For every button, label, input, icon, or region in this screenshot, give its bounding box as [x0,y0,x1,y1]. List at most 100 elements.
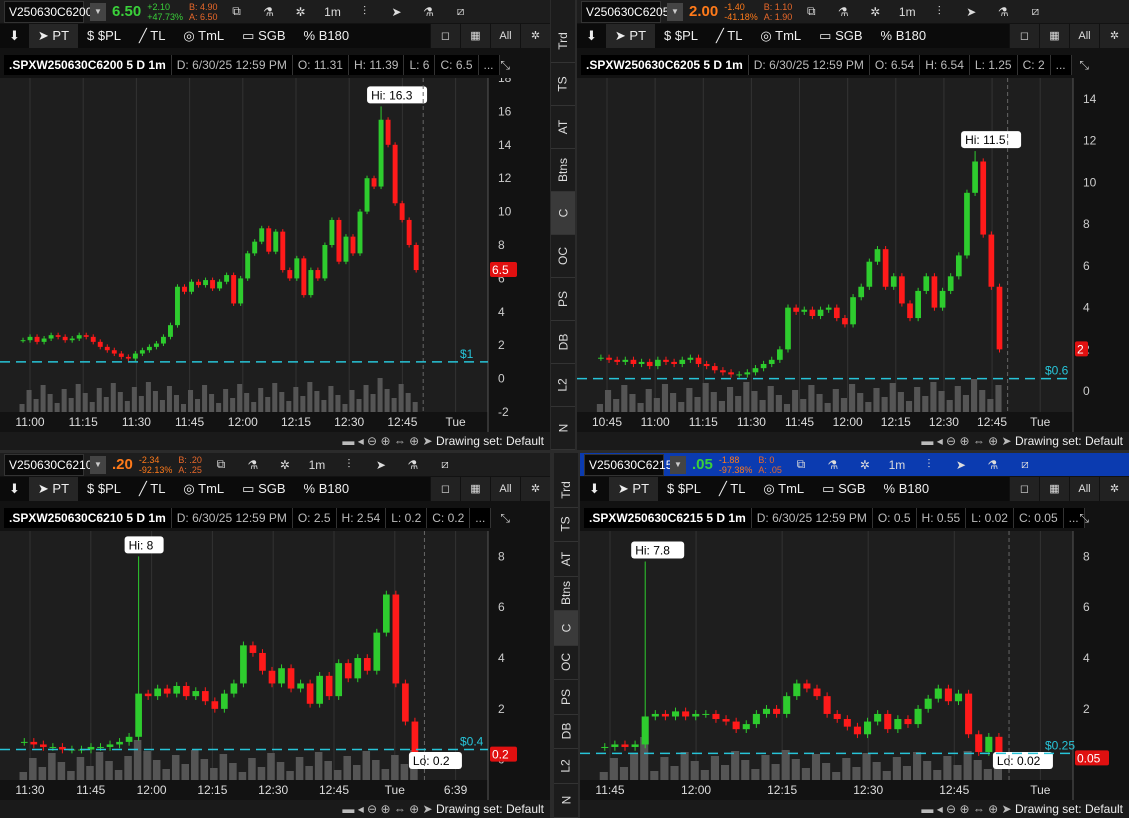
zoom-controls[interactable]: ▬ ◂ ⊖ ⊕ ⇔ ⊕ ➤ [342,434,436,448]
settings-icon[interactable]: ✲ [1099,477,1129,501]
sidebar-tab-ps[interactable]: PS [551,278,575,321]
gear-icon[interactable]: ✲ [852,458,878,472]
pin-button[interactable]: ⬇ [580,477,609,501]
settings-icon[interactable]: ✲ [520,24,550,48]
sidebar-tab-l2[interactable]: L2 [554,749,578,784]
b180-tool[interactable]: % B180 [875,477,939,501]
symbol-dropdown-icon[interactable]: ▼ [667,2,683,21]
style-icon[interactable]: ⫶ [352,4,378,19]
b180-tool[interactable]: % B180 [295,24,359,48]
timeframe-icon[interactable]: 1m [304,458,330,472]
square-icon[interactable]: ◻ [430,477,460,501]
all-icon[interactable]: All [1069,477,1099,501]
zoom-controls[interactable]: ▬ ◂ ⊖ ⊕ ⇔ ⊕ ➤ [921,434,1015,448]
sidebar-tab-db[interactable]: DB [554,715,578,749]
timeline-tool[interactable]: ◎ TmL [174,24,233,48]
sidebar-tab-n[interactable]: N [554,784,578,818]
price-chart[interactable]: 11:00 11:15 11:30 11:45 12:00 12:15 12:30 12:45… [0,78,550,432]
profit-loss-tool[interactable]: $ $PL [658,477,710,501]
gear-icon[interactable]: ✲ [288,5,314,19]
timeline-tool[interactable]: ◎ TmL [751,24,810,48]
trendline-tool[interactable]: ╱ TL [130,24,174,48]
square-icon[interactable]: ◻ [430,24,460,48]
symbol-dropdown-icon[interactable]: ▼ [90,455,106,474]
sidebar-tab-l2[interactable]: L2 [551,364,575,407]
sidebar-tab-c[interactable]: C [554,611,578,646]
flask2-icon[interactable]: ⚗ [990,5,1016,19]
symbol-dropdown-icon[interactable]: ▼ [670,455,686,474]
drawing-set-label[interactable]: Drawing set: Default [436,434,544,448]
sidebar-tab-ts[interactable]: TS [551,63,575,106]
export-icon[interactable]: ⧉ [224,4,250,19]
price-chart[interactable]: 11:4512:0012:1512:3012:45Tue02468Hi: 7.8… [580,531,1129,800]
b180-tool[interactable]: % B180 [872,24,936,48]
symbol-input[interactable]: V250630C6200 [4,0,92,23]
grid-icon[interactable]: ▦ [1039,24,1069,48]
trendline-tool[interactable]: ╱ TL [710,477,754,501]
collapse-icon[interactable]: ⤡ [500,511,510,526]
pointer-tool[interactable]: ➤ PT [605,24,656,48]
gear-icon[interactable]: ✲ [862,5,888,19]
all-icon[interactable]: All [490,24,520,48]
timeframe-icon[interactable]: 1m [320,5,346,19]
profit-loss-tool[interactable]: $ $PL [78,24,130,48]
sidebar-tab-ps[interactable]: PS [554,680,578,715]
sidebar-tab-oc[interactable]: OC [554,646,578,680]
sidebar-tab-btns[interactable]: Btns [551,149,575,192]
flask2-icon[interactable]: ⚗ [980,458,1006,472]
pin-button[interactable]: ⬇ [0,24,29,48]
pointer-tool[interactable]: ➤ PT [608,477,659,501]
cursor-icon[interactable]: ➤ [384,5,410,19]
flask-icon[interactable]: ⚗ [830,5,856,19]
sidebar-tab-btns[interactable]: Btns [554,577,578,611]
timeframe-icon[interactable]: 1m [884,458,910,472]
profit-loss-tool[interactable]: $ $PL [655,24,707,48]
square-icon[interactable]: ◻ [1009,477,1039,501]
all-icon[interactable]: All [1069,24,1099,48]
sidebar-tab-trd[interactable]: Trd [554,473,578,508]
drawing-set-label[interactable]: Drawing set: Default [436,802,544,816]
all-icon[interactable]: All [490,477,520,501]
drawing-icon[interactable]: ⧄ [1012,457,1038,472]
sidebar-tab-at[interactable]: AT [554,542,578,577]
drawing-set-label[interactable]: Drawing set: Default [1015,434,1123,448]
cursor-icon[interactable]: ➤ [948,458,974,472]
profit-loss-tool[interactable]: $ $PL [78,477,130,501]
zoom-controls[interactable]: ▬ ◂ ⊖ ⊕ ⇔ ⊕ ➤ [342,802,436,816]
sgb-tool[interactable]: ▭ SGB [233,24,294,48]
drawing-icon[interactable]: ⧄ [448,4,474,19]
pin-button[interactable]: ⬇ [577,24,606,48]
style-icon[interactable]: ⫶ [926,4,952,19]
style-icon[interactable]: ⫶ [336,457,362,472]
pin-button[interactable]: ⬇ [0,477,29,501]
export-icon[interactable]: ⧉ [798,4,824,19]
drawing-icon[interactable]: ⧄ [432,457,458,472]
sidebar-tab-trd[interactable]: Trd [551,20,575,63]
flask-icon[interactable]: ⚗ [256,5,282,19]
sidebar-tab-n[interactable]: N [551,407,575,450]
collapse-icon[interactable]: ⤡ [1079,511,1089,526]
settings-icon[interactable]: ✲ [1099,24,1129,48]
grid-icon[interactable]: ▦ [460,24,490,48]
flask-icon[interactable]: ⚗ [820,458,846,472]
sgb-tool[interactable]: ▭ SGB [813,477,874,501]
sidebar-tab-oc[interactable]: OC [551,235,575,278]
sidebar-tab-db[interactable]: DB [551,321,575,364]
flask-icon[interactable]: ⚗ [240,458,266,472]
cursor-icon[interactable]: ➤ [368,458,394,472]
price-chart[interactable]: 11:3011:4512:0012:1512:3012:45Tue6:39024… [0,531,550,800]
export-icon[interactable]: ⧉ [788,457,814,472]
b180-tool[interactable]: % B180 [295,477,359,501]
sidebar-tab-ts[interactable]: TS [554,508,578,542]
sidebar-tab-at[interactable]: AT [551,106,575,149]
timeframe-icon[interactable]: 1m [894,5,920,19]
zoom-controls[interactable]: ▬ ◂ ⊖ ⊕ ⇔ ⊕ ➤ [921,802,1015,816]
style-icon[interactable]: ⫶ [916,457,942,472]
grid-icon[interactable]: ▦ [1039,477,1069,501]
grid-icon[interactable]: ▦ [460,477,490,501]
trendline-tool[interactable]: ╱ TL [130,477,174,501]
pointer-tool[interactable]: ➤ PT [28,477,79,501]
flask2-icon[interactable]: ⚗ [400,458,426,472]
sidebar-tab-c[interactable]: C [551,192,575,235]
price-chart[interactable]: 10:45 11:00 11:15 11:30 11:45 12:00 12:15 12:30… [577,78,1129,432]
